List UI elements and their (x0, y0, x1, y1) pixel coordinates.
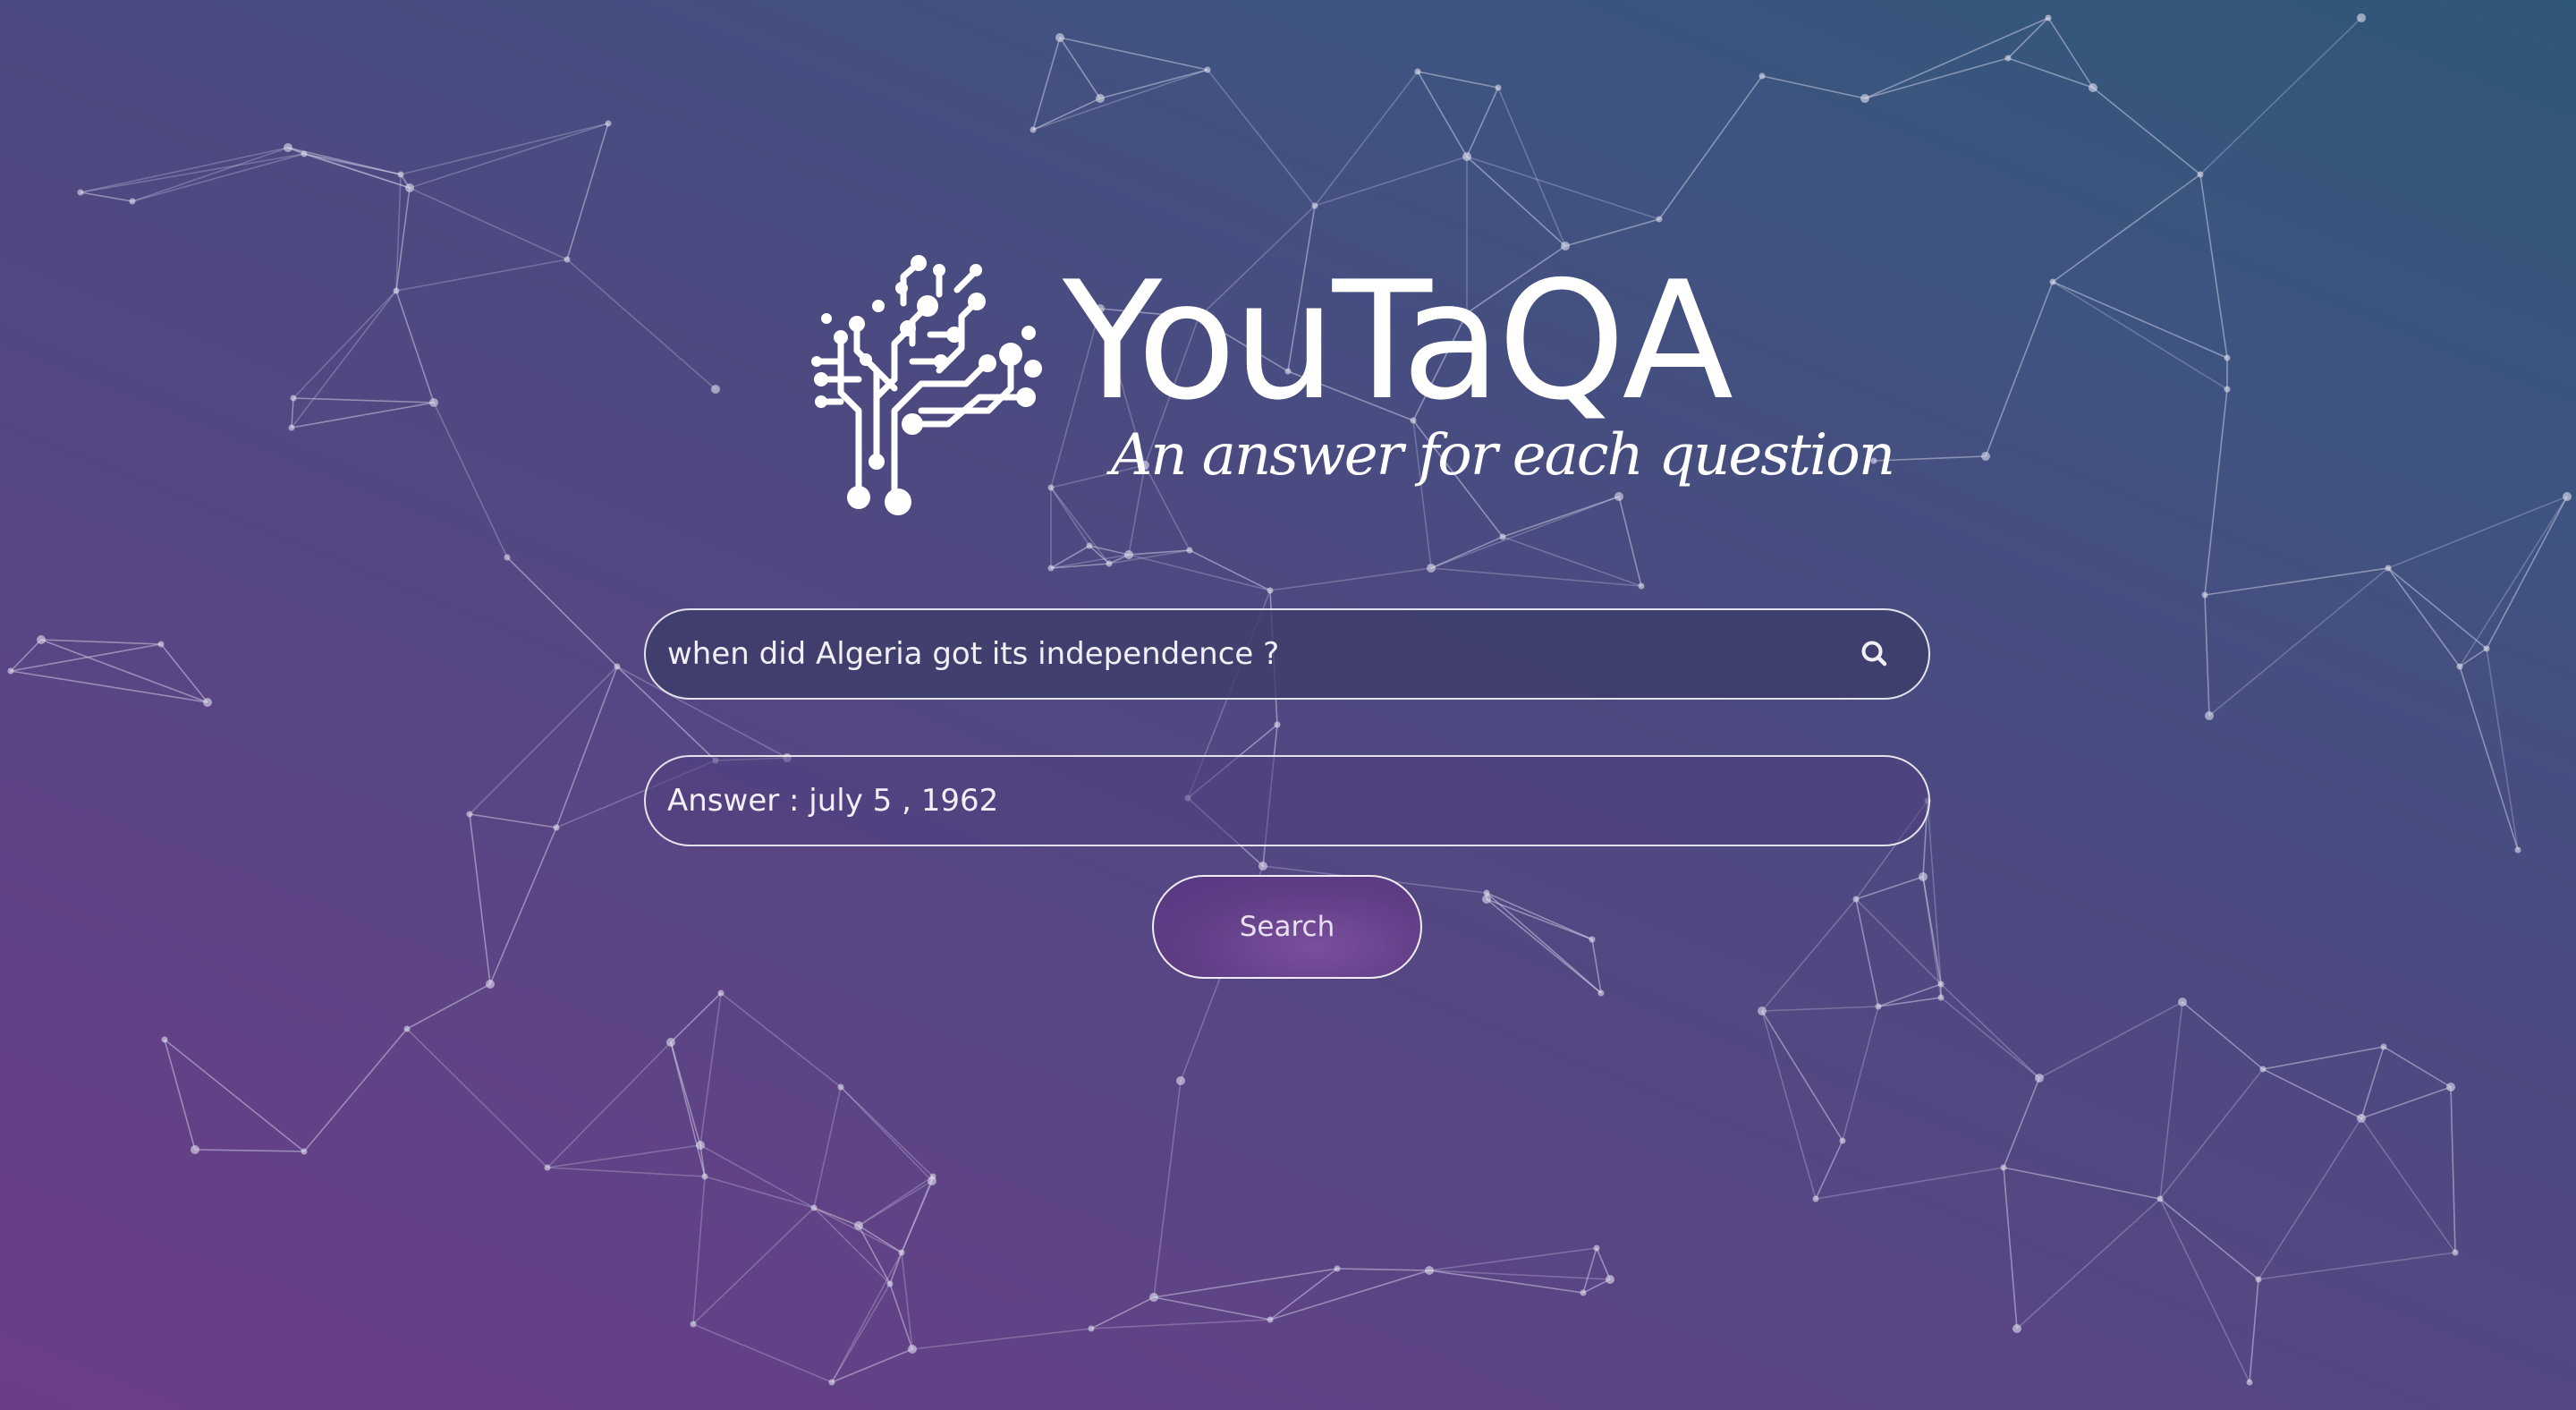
background-network (7, 13, 2572, 1386)
question-text[interactable]: when did Algeria got its independence ? (667, 636, 1279, 672)
answer-text: Answer : july 5 , 1962 (667, 783, 999, 819)
circuit-tree-icon (811, 255, 1042, 515)
question-input[interactable]: when did Algeria got its independence ? (644, 608, 1930, 700)
tagline: An answer for each question (1111, 422, 1895, 488)
answer-field: Answer : july 5 , 1962 (644, 755, 1930, 846)
brand-name: YouTaQA (1063, 246, 1733, 436)
logo: YouTaQA An answer for each question (805, 246, 1895, 522)
search-button-label: Search (1239, 911, 1335, 943)
search-button[interactable]: Search (1152, 875, 1422, 979)
search-icon[interactable] (1857, 636, 1893, 672)
